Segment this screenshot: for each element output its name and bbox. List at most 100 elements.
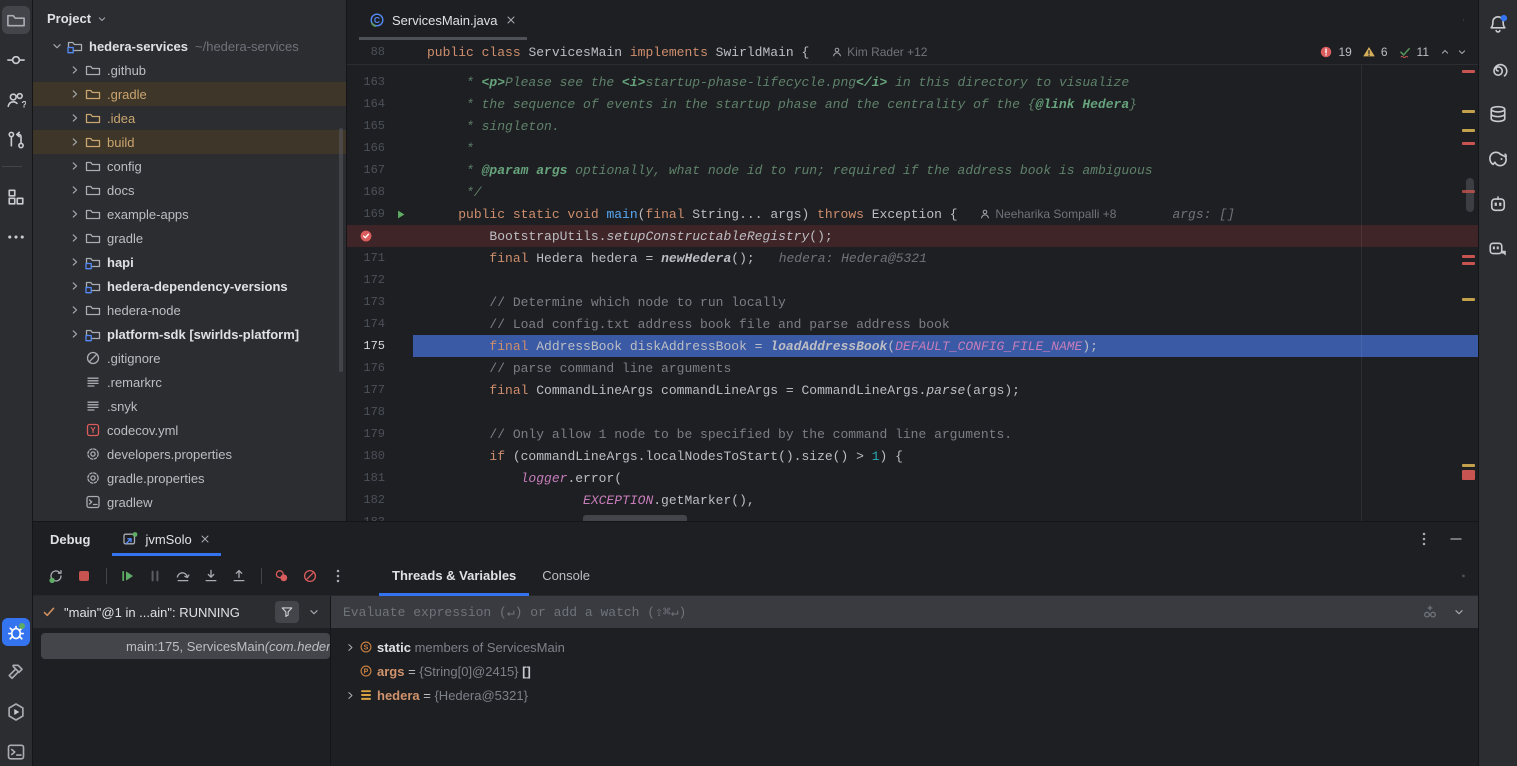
line-number[interactable]: 163	[347, 75, 387, 89]
sticky-code-line[interactable]: 88 public class ServicesMain implements …	[347, 40, 1478, 65]
chevron-right-icon[interactable]	[65, 135, 85, 149]
tab-bar-more-icon[interactable]	[1462, 12, 1478, 28]
chevron-right-icon[interactable]	[65, 63, 85, 77]
build-tool-button[interactable]	[2, 658, 30, 686]
layout-settings-icon[interactable]	[1462, 568, 1478, 584]
stop-button[interactable]	[71, 563, 97, 589]
tree-item-gradle-properties[interactable]: gradle.properties	[33, 466, 346, 490]
project-folder-tool-button[interactable]	[2, 6, 30, 34]
chevron-right-icon[interactable]	[65, 207, 85, 221]
tree-item-config[interactable]: config	[33, 154, 346, 178]
code-line-173[interactable]: 173 // Determine which node to run local…	[347, 291, 1478, 313]
code-line-165[interactable]: 165 * singleton.	[347, 115, 1478, 137]
line-number[interactable]: 181	[347, 471, 387, 485]
tree-item-hapi[interactable]: hapi	[33, 250, 346, 274]
line-number[interactable]: 172	[347, 273, 387, 287]
line-number[interactable]: 165	[347, 119, 387, 133]
line-number[interactable]: 180	[347, 449, 387, 463]
step-out-button[interactable]	[226, 563, 252, 589]
ai-assistant-tool-button[interactable]	[1484, 55, 1512, 83]
line-number[interactable]: 169	[347, 207, 387, 221]
breakpoint-icon[interactable]	[347, 229, 387, 243]
tree-item-hedera-node[interactable]: hedera-node	[33, 298, 346, 322]
chevron-right-icon[interactable]	[341, 641, 359, 654]
tree-item--gradle[interactable]: .gradle	[33, 82, 346, 106]
code-line[interactable]: BootstrapUtils.setupConstructableRegistr…	[347, 225, 1478, 247]
code-line-176[interactable]: 176 // parse command line arguments	[347, 357, 1478, 379]
gradle-tool-button[interactable]	[1484, 145, 1512, 173]
tree-item-example-apps[interactable]: example-apps	[33, 202, 346, 226]
code-line-174[interactable]: 174 // Load config.txt address book file…	[347, 313, 1478, 335]
step-over-button[interactable]	[170, 563, 196, 589]
more-button[interactable]	[325, 563, 351, 589]
thread-dropdown-icon[interactable]	[307, 605, 321, 619]
line-number[interactable]: 166	[347, 141, 387, 155]
code-line-166[interactable]: 166 *	[347, 137, 1478, 159]
chevron-right-icon[interactable]	[65, 231, 85, 245]
notifications-tool-button[interactable]	[1484, 10, 1512, 38]
line-number[interactable]: 168	[347, 185, 387, 199]
line-number[interactable]: 183	[347, 515, 387, 521]
step-into-button[interactable]	[198, 563, 224, 589]
inspections-widget[interactable]: 19 6 11	[1319, 45, 1478, 59]
variable-row[interactable]: Sstatic members of ServicesMain	[331, 635, 1478, 659]
debug-more-icon[interactable]	[1416, 531, 1432, 547]
chevron-right-icon[interactable]	[65, 327, 85, 341]
code-line-164[interactable]: 164 * the sequence of events in the star…	[347, 93, 1478, 115]
chevron-right-icon[interactable]	[341, 689, 359, 702]
close-icon[interactable]	[505, 14, 517, 26]
ai-chat-tool-button[interactable]	[1484, 235, 1512, 263]
chevron-right-icon[interactable]	[65, 303, 85, 317]
tree-item-build[interactable]: build	[33, 130, 346, 154]
author-annotation[interactable]: Neeharika Sompalli +8	[979, 207, 1116, 221]
expand-watches-icon[interactable]	[1452, 605, 1466, 619]
terminal-tool-button[interactable]	[2, 738, 30, 766]
code-line-167[interactable]: 167 * @param args optionally, what node …	[347, 159, 1478, 181]
project-header[interactable]: Project	[33, 0, 346, 34]
line-number[interactable]: 176	[347, 361, 387, 375]
structure-tool-button[interactable]	[2, 183, 30, 211]
tree-item--gitignore[interactable]: .gitignore	[33, 346, 346, 370]
tree-item-developers-properties[interactable]: developers.properties	[33, 442, 346, 466]
code-line-168[interactable]: 168 */	[347, 181, 1478, 203]
code-line-178[interactable]: 178	[347, 401, 1478, 423]
tree-item--snyk[interactable]: .snyk	[33, 394, 346, 418]
tree-scrollbar[interactable]	[339, 128, 343, 372]
tree-item--github[interactable]: .github	[33, 58, 346, 82]
users-help-tool-button[interactable]: ?	[2, 86, 30, 114]
tree-item-docs[interactable]: docs	[33, 178, 346, 202]
debug-tool-button[interactable]	[2, 618, 30, 646]
line-number[interactable]: 173	[347, 295, 387, 309]
chevron-right-icon[interactable]	[65, 255, 85, 269]
next-problem-icon[interactable]	[1456, 46, 1468, 58]
chevron-right-icon[interactable]	[65, 183, 85, 197]
evaluate-expression-bar[interactable]: Evaluate expression (↵) or add a watch (…	[331, 596, 1478, 628]
code-line-175[interactable]: 175 final AddressBook diskAddressBook = …	[347, 335, 1478, 357]
stack-frame[interactable]: main:175, ServicesMain (com.hedera.nod	[41, 633, 330, 659]
view-tab-console[interactable]: Console	[529, 556, 603, 595]
line-number[interactable]: 171	[347, 251, 387, 265]
code-line-179[interactable]: 179 // Only allow 1 node to be specified…	[347, 423, 1478, 445]
line-number[interactable]: 179	[347, 427, 387, 441]
code-line-181[interactable]: 181 logger.error(	[347, 467, 1478, 489]
run-icon[interactable]	[387, 208, 413, 221]
code-line-183[interactable]: 183	[347, 511, 1478, 521]
debug-title[interactable]: Debug	[50, 532, 90, 547]
code-line-171[interactable]: 171 final Hedera hedera = newHedera();he…	[347, 247, 1478, 269]
rerun-button[interactable]	[43, 563, 69, 589]
code-line-177[interactable]: 177 final CommandLineArgs commandLineArg…	[347, 379, 1478, 401]
hide-panel-icon[interactable]	[1448, 531, 1464, 547]
services-tool-button[interactable]	[2, 698, 30, 726]
view-tab-threads-variables[interactable]: Threads & Variables	[379, 556, 529, 595]
tree-item-platform-sdk-swirlds-platform-[interactable]: platform-sdk [swirlds-platform]	[33, 322, 346, 346]
code-line-163[interactable]: 163 * <p>Please see the <i>startup-phase…	[347, 71, 1478, 93]
thread-selector[interactable]: "main"@1 in ...ain": RUNNING	[33, 596, 330, 628]
line-number[interactable]: 174	[347, 317, 387, 331]
chevron-right-icon[interactable]	[65, 111, 85, 125]
chevron-down-icon[interactable]	[96, 13, 108, 25]
code-line-182[interactable]: 182 EXCEPTION.getMarker(),	[347, 489, 1478, 511]
close-icon[interactable]	[199, 533, 211, 545]
view-breakpoints-button[interactable]	[269, 563, 295, 589]
add-watch-icon[interactable]	[1422, 604, 1438, 620]
resume-button[interactable]	[114, 563, 140, 589]
